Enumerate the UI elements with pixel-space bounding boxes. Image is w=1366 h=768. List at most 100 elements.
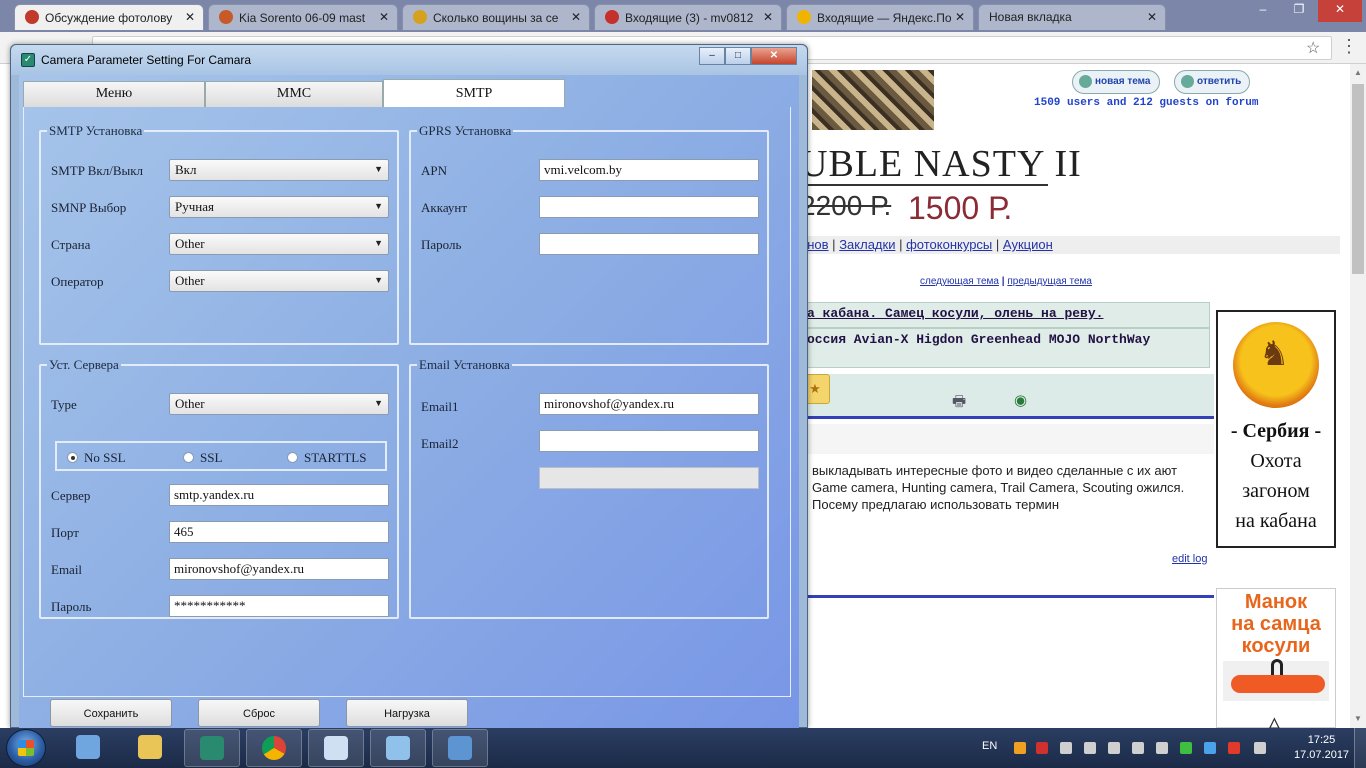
product-ad-new-price: 1500 Р.: [908, 190, 1013, 226]
tab-menu[interactable]: Меню: [23, 81, 205, 107]
browser-tab-kia[interactable]: Kia Sorento 06-09 mast ✕: [208, 4, 398, 30]
account-input[interactable]: [539, 196, 759, 218]
tray-app-icon[interactable]: [1014, 742, 1026, 754]
taskbar-document[interactable]: [308, 729, 364, 767]
ssl-radio[interactable]: SSL: [183, 450, 222, 466]
page-scrollbar[interactable]: ▲ ▼: [1350, 64, 1366, 728]
close-tab-icon[interactable]: ✕: [1147, 10, 1157, 24]
email2-input[interactable]: [539, 430, 759, 452]
taskbar-camera-app[interactable]: [184, 729, 240, 767]
country-select[interactable]: Other ▼: [169, 233, 389, 255]
browser-tab-title: Входящие (3) - mv0812: [625, 11, 754, 25]
server-password-input[interactable]: ***********: [169, 595, 389, 617]
close-tab-icon[interactable]: ✕: [955, 10, 965, 24]
tray-flag-icon[interactable]: [1108, 742, 1120, 754]
port-input[interactable]: 465: [169, 521, 389, 543]
taskbar-chrome[interactable]: [246, 729, 302, 767]
scroll-thumb[interactable]: [1352, 84, 1364, 274]
language-indicator[interactable]: EN: [982, 740, 997, 752]
topic-title[interactable]: а кабана. Самец косули, олень на реву.: [807, 306, 1103, 321]
browser-tab-forum[interactable]: Обсуждение фотолову ✕: [14, 4, 204, 30]
close-tab-icon[interactable]: ✕: [763, 10, 773, 24]
serbia-hunting-ad[interactable]: ♞ - Сербия - Охота загоном на кабана: [1216, 310, 1336, 548]
no-ssl-radio[interactable]: No SSL: [67, 450, 126, 466]
minimize-icon[interactable]: –: [1246, 0, 1280, 22]
deer-logo-icon: ♞: [1233, 322, 1319, 408]
new-topic-button[interactable]: новая тема: [1072, 70, 1160, 94]
tray-tool-icon[interactable]: [1060, 742, 1072, 754]
print-icon[interactable]: 🖶: [952, 391, 966, 416]
taskbar-window[interactable]: [432, 729, 488, 767]
email-input[interactable]: mironovshof@yandex.ru: [169, 558, 389, 580]
close-tab-icon[interactable]: ✕: [379, 10, 389, 24]
server-input[interactable]: smtp.yandex.ru: [169, 484, 389, 506]
scroll-down-icon[interactable]: ▼: [1354, 714, 1362, 723]
reply-button[interactable]: ответить: [1174, 70, 1251, 94]
tray-battery-icon[interactable]: [1180, 742, 1192, 754]
bookmark-star-icon[interactable]: ☆: [1306, 38, 1320, 58]
save-button[interactable]: Сохранить: [50, 699, 172, 727]
nav-separator: |: [899, 237, 903, 252]
tray-wifi-icon[interactable]: [1204, 742, 1216, 754]
select-value: Ручная: [175, 199, 214, 214]
tray-tool-icon[interactable]: [1084, 742, 1096, 754]
chevron-down-icon: ▼: [374, 238, 383, 248]
country-label: Страна: [51, 237, 91, 252]
tray-alert-icon[interactable]: [1228, 742, 1240, 754]
minimize-icon[interactable]: –: [699, 47, 725, 65]
email1-input[interactable]: mironovshof@yandex.ru: [539, 393, 759, 415]
browser-menu-icon[interactable]: ⋮: [1340, 36, 1358, 57]
reset-button[interactable]: Сброс: [198, 699, 320, 727]
server-type-select[interactable]: Other ▼: [169, 393, 389, 415]
close-icon[interactable]: ✕: [751, 47, 797, 65]
next-topic-link[interactable]: следующая тема: [920, 276, 999, 287]
close-window-icon[interactable]: ✕: [1318, 0, 1362, 22]
smtp-onoff-select[interactable]: Вкл ▼: [169, 159, 389, 181]
start-button[interactable]: [6, 729, 46, 767]
taskbar-paint[interactable]: [370, 729, 426, 767]
eye-icon[interactable]: ◉: [1014, 391, 1027, 409]
scroll-up-icon[interactable]: ▲: [1354, 68, 1362, 77]
ad-line: на кабана: [1235, 510, 1317, 532]
close-tab-icon[interactable]: ✕: [571, 10, 581, 24]
document-icon: [324, 736, 348, 760]
browser-tab-wax[interactable]: Сколько вощины за се ✕: [402, 4, 590, 30]
maximize-icon[interactable]: □: [725, 47, 751, 65]
tab-smtp[interactable]: SMTP: [383, 79, 565, 107]
taskbar-media-player[interactable]: [60, 729, 116, 767]
window-titlebar[interactable]: ✓ Camera Parameter Setting For Camara – …: [11, 45, 807, 75]
restore-icon[interactable]: ❐: [1282, 0, 1316, 22]
tray-device-icon[interactable]: [1132, 742, 1144, 754]
tray-network-icon[interactable]: [1156, 742, 1168, 754]
load-button[interactable]: Нагрузка: [346, 699, 468, 727]
chevron-down-icon: ▼: [374, 201, 383, 211]
nav-link-photo-contests[interactable]: фотоконкурсы: [906, 237, 992, 252]
clock[interactable]: 17:25 17.07.2017: [1294, 733, 1349, 763]
roe-deer-call-ad[interactable]: Манок на самца косули △: [1216, 588, 1336, 730]
snakeskin-image: [812, 70, 934, 130]
browser-tab-new[interactable]: Новая вкладка ✕: [978, 4, 1166, 30]
system-tray: EN 17:25 17.07.2017: [976, 728, 1366, 768]
nav-link-auction[interactable]: Аукцион: [1003, 237, 1053, 252]
starttls-radio[interactable]: STARTTLS: [287, 450, 366, 466]
tab-mmc[interactable]: MMC: [205, 81, 383, 107]
browser-tab-yandex-mail[interactable]: Входящие — Яндекс.По ✕: [786, 4, 974, 30]
operator-label: Оператор: [51, 274, 104, 289]
edit-log-link[interactable]: edit log: [1172, 553, 1207, 565]
tray-lang-icon[interactable]: [1036, 742, 1048, 754]
apn-input[interactable]: vmi.velcom.by: [539, 159, 759, 181]
smnp-choice-select[interactable]: Ручная ▼: [169, 196, 389, 218]
ad-line: косули: [1241, 635, 1311, 657]
nav-link-bookmarks[interactable]: Закладки: [839, 237, 895, 252]
show-desktop-button[interactable]: [1354, 728, 1366, 768]
operator-select[interactable]: Other ▼: [169, 270, 389, 292]
windows-logo-icon: [18, 740, 34, 756]
prev-topic-link[interactable]: предыдущая тема: [1007, 276, 1092, 287]
gprs-password-input[interactable]: [539, 233, 759, 255]
volume-icon[interactable]: [1254, 742, 1266, 754]
nav-separator: |: [995, 237, 1000, 252]
close-tab-icon[interactable]: ✕: [185, 10, 195, 24]
taskbar-explorer[interactable]: [122, 729, 178, 767]
chrome-icon: [262, 736, 286, 760]
browser-tab-gmail[interactable]: Входящие (3) - mv0812 ✕: [594, 4, 782, 30]
